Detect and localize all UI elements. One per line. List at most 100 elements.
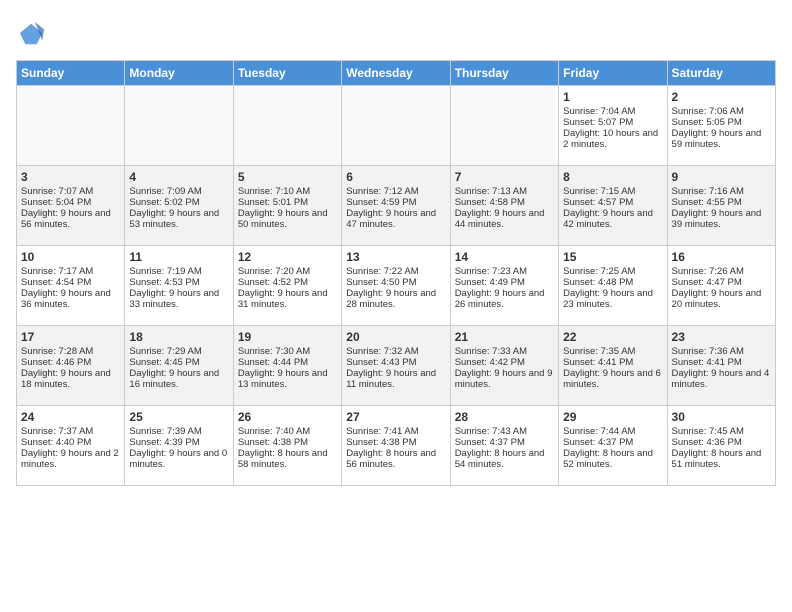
- day-info: Daylight: 9 hours and 50 minutes.: [238, 208, 337, 230]
- calendar-cell: 23Sunrise: 7:36 AMSunset: 4:41 PMDayligh…: [667, 326, 775, 406]
- day-info: Sunrise: 7:07 AM: [21, 186, 120, 197]
- day-info: Daylight: 9 hours and 33 minutes.: [129, 288, 228, 310]
- day-info: Sunset: 4:40 PM: [21, 437, 120, 448]
- day-number: 5: [238, 170, 337, 184]
- day-info: Daylight: 9 hours and 11 minutes.: [346, 368, 445, 390]
- day-info: Sunset: 4:42 PM: [455, 357, 554, 368]
- day-info: Sunset: 4:37 PM: [455, 437, 554, 448]
- calendar-week-5: 24Sunrise: 7:37 AMSunset: 4:40 PMDayligh…: [17, 406, 776, 486]
- day-info: Sunrise: 7:12 AM: [346, 186, 445, 197]
- calendar-cell: 22Sunrise: 7:35 AMSunset: 4:41 PMDayligh…: [559, 326, 667, 406]
- calendar-cell: 24Sunrise: 7:37 AMSunset: 4:40 PMDayligh…: [17, 406, 125, 486]
- day-info: Sunset: 5:01 PM: [238, 197, 337, 208]
- header-thursday: Thursday: [450, 61, 558, 86]
- day-number: 7: [455, 170, 554, 184]
- day-info: Sunset: 4:41 PM: [672, 357, 771, 368]
- day-number: 14: [455, 250, 554, 264]
- day-info: Sunset: 4:57 PM: [563, 197, 662, 208]
- day-info: Daylight: 9 hours and 9 minutes.: [455, 368, 554, 390]
- calendar-cell: 25Sunrise: 7:39 AMSunset: 4:39 PMDayligh…: [125, 406, 233, 486]
- calendar-cell: 18Sunrise: 7:29 AMSunset: 4:45 PMDayligh…: [125, 326, 233, 406]
- calendar-week-1: 1Sunrise: 7:04 AMSunset: 5:07 PMDaylight…: [17, 86, 776, 166]
- calendar-cell: [233, 86, 341, 166]
- day-number: 4: [129, 170, 228, 184]
- day-info: Sunset: 4:47 PM: [672, 277, 771, 288]
- calendar-cell: 8Sunrise: 7:15 AMSunset: 4:57 PMDaylight…: [559, 166, 667, 246]
- day-info: Sunset: 4:38 PM: [346, 437, 445, 448]
- day-number: 23: [672, 330, 771, 344]
- day-info: Daylight: 9 hours and 20 minutes.: [672, 288, 771, 310]
- day-info: Daylight: 9 hours and 39 minutes.: [672, 208, 771, 230]
- day-info: Sunrise: 7:20 AM: [238, 266, 337, 277]
- day-number: 8: [563, 170, 662, 184]
- day-info: Daylight: 9 hours and 26 minutes.: [455, 288, 554, 310]
- day-info: Daylight: 9 hours and 16 minutes.: [129, 368, 228, 390]
- day-info: Daylight: 9 hours and 6 minutes.: [563, 368, 662, 390]
- header-saturday: Saturday: [667, 61, 775, 86]
- header-sunday: Sunday: [17, 61, 125, 86]
- calendar-cell: [342, 86, 450, 166]
- day-number: 10: [21, 250, 120, 264]
- day-number: 22: [563, 330, 662, 344]
- day-number: 26: [238, 410, 337, 424]
- day-info: Daylight: 9 hours and 28 minutes.: [346, 288, 445, 310]
- day-number: 27: [346, 410, 445, 424]
- day-info: Sunset: 4:43 PM: [346, 357, 445, 368]
- day-info: Sunset: 4:48 PM: [563, 277, 662, 288]
- day-info: Daylight: 8 hours and 54 minutes.: [455, 448, 554, 470]
- day-info: Sunset: 4:53 PM: [129, 277, 228, 288]
- day-info: Daylight: 9 hours and 44 minutes.: [455, 208, 554, 230]
- day-info: Sunrise: 7:06 AM: [672, 106, 771, 117]
- day-info: Daylight: 9 hours and 53 minutes.: [129, 208, 228, 230]
- logo: [16, 20, 46, 48]
- calendar-week-2: 3Sunrise: 7:07 AMSunset: 5:04 PMDaylight…: [17, 166, 776, 246]
- day-info: Daylight: 9 hours and 47 minutes.: [346, 208, 445, 230]
- calendar-cell: 19Sunrise: 7:30 AMSunset: 4:44 PMDayligh…: [233, 326, 341, 406]
- day-info: Sunset: 5:05 PM: [672, 117, 771, 128]
- calendar-cell: 15Sunrise: 7:25 AMSunset: 4:48 PMDayligh…: [559, 246, 667, 326]
- calendar-cell: 28Sunrise: 7:43 AMSunset: 4:37 PMDayligh…: [450, 406, 558, 486]
- day-info: Sunrise: 7:10 AM: [238, 186, 337, 197]
- calendar-cell: [17, 86, 125, 166]
- day-number: 20: [346, 330, 445, 344]
- day-number: 11: [129, 250, 228, 264]
- day-number: 12: [238, 250, 337, 264]
- calendar-cell: 13Sunrise: 7:22 AMSunset: 4:50 PMDayligh…: [342, 246, 450, 326]
- calendar-week-4: 17Sunrise: 7:28 AMSunset: 4:46 PMDayligh…: [17, 326, 776, 406]
- day-info: Daylight: 9 hours and 4 minutes.: [672, 368, 771, 390]
- calendar-cell: 3Sunrise: 7:07 AMSunset: 5:04 PMDaylight…: [17, 166, 125, 246]
- day-info: Sunrise: 7:40 AM: [238, 426, 337, 437]
- day-info: Sunset: 5:02 PM: [129, 197, 228, 208]
- day-info: Sunrise: 7:32 AM: [346, 346, 445, 357]
- header-tuesday: Tuesday: [233, 61, 341, 86]
- calendar-cell: 11Sunrise: 7:19 AMSunset: 4:53 PMDayligh…: [125, 246, 233, 326]
- day-info: Daylight: 9 hours and 18 minutes.: [21, 368, 120, 390]
- calendar-cell: 27Sunrise: 7:41 AMSunset: 4:38 PMDayligh…: [342, 406, 450, 486]
- day-number: 15: [563, 250, 662, 264]
- calendar-cell: 17Sunrise: 7:28 AMSunset: 4:46 PMDayligh…: [17, 326, 125, 406]
- calendar-cell: [125, 86, 233, 166]
- day-info: Daylight: 9 hours and 42 minutes.: [563, 208, 662, 230]
- day-info: Daylight: 8 hours and 56 minutes.: [346, 448, 445, 470]
- day-info: Sunrise: 7:28 AM: [21, 346, 120, 357]
- logo-icon: [18, 20, 46, 48]
- day-info: Sunrise: 7:37 AM: [21, 426, 120, 437]
- day-info: Sunrise: 7:23 AM: [455, 266, 554, 277]
- day-info: Daylight: 9 hours and 0 minutes.: [129, 448, 228, 470]
- header-monday: Monday: [125, 61, 233, 86]
- day-number: 1: [563, 90, 662, 104]
- day-info: Daylight: 9 hours and 56 minutes.: [21, 208, 120, 230]
- calendar-cell: 9Sunrise: 7:16 AMSunset: 4:55 PMDaylight…: [667, 166, 775, 246]
- day-info: Sunset: 4:54 PM: [21, 277, 120, 288]
- calendar-header-row: SundayMondayTuesdayWednesdayThursdayFrid…: [17, 61, 776, 86]
- day-info: Sunset: 4:55 PM: [672, 197, 771, 208]
- calendar-cell: 6Sunrise: 7:12 AMSunset: 4:59 PMDaylight…: [342, 166, 450, 246]
- day-info: Sunset: 4:45 PM: [129, 357, 228, 368]
- day-info: Sunset: 5:04 PM: [21, 197, 120, 208]
- day-info: Daylight: 9 hours and 31 minutes.: [238, 288, 337, 310]
- day-info: Sunset: 4:58 PM: [455, 197, 554, 208]
- calendar-cell: 12Sunrise: 7:20 AMSunset: 4:52 PMDayligh…: [233, 246, 341, 326]
- day-info: Sunset: 4:49 PM: [455, 277, 554, 288]
- calendar-cell: [450, 86, 558, 166]
- day-number: 16: [672, 250, 771, 264]
